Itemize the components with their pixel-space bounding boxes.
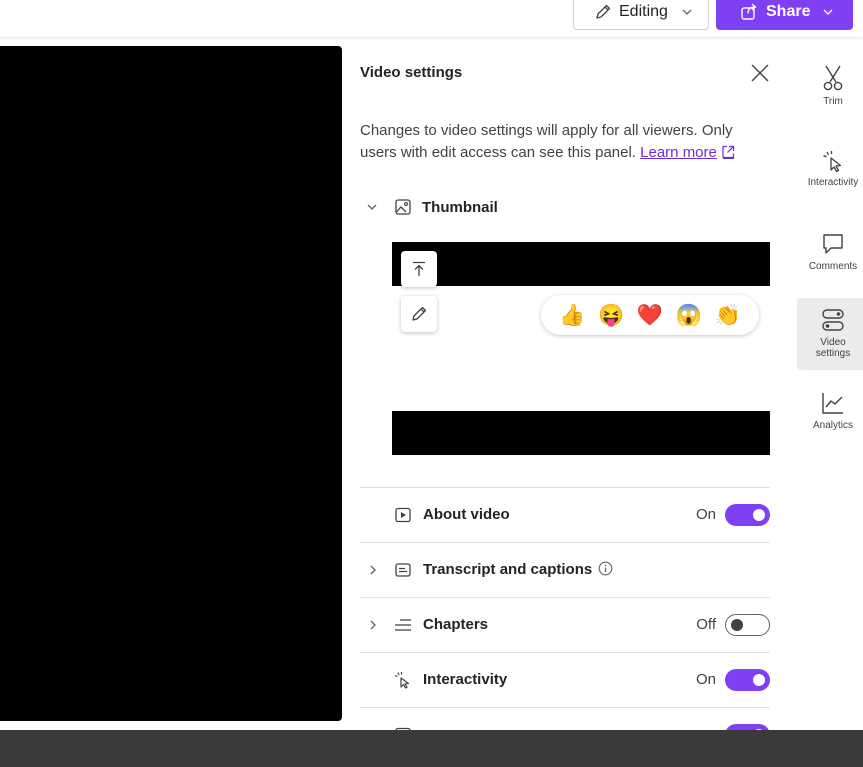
transcript-text: Transcript and captions — [423, 561, 593, 578]
rail-item-interactivity[interactable]: Interactivity — [797, 149, 863, 188]
rail-label-analytics: Analytics — [812, 420, 853, 431]
rail-item-analytics[interactable]: Analytics — [797, 390, 863, 431]
rail-label-comments: Comments — [808, 261, 858, 272]
heart-reaction[interactable]: ❤️ — [637, 305, 663, 326]
cursor-click-icon — [823, 151, 842, 173]
chevron-right-icon — [370, 565, 376, 575]
chevron-down-icon — [682, 9, 692, 15]
thumbnail-preview-bottom — [392, 411, 770, 455]
cursor-click-icon — [394, 672, 410, 689]
chapters-state: Off — [696, 616, 716, 633]
upload-icon — [413, 261, 425, 276]
transcript-label: Transcript and captions — [423, 561, 613, 578]
play-box-icon — [395, 507, 411, 523]
bottom-bar — [0, 730, 863, 767]
interactivity-toggle[interactable] — [725, 669, 770, 691]
chapters-list-icon — [395, 619, 411, 631]
editing-mode-button[interactable]: Editing — [573, 0, 709, 30]
rail-label-trim: Trim — [823, 96, 843, 107]
pencil-icon — [596, 4, 611, 19]
chapters-row[interactable]: Chapters Off — [360, 597, 770, 652]
interactivity-label: Interactivity — [423, 671, 508, 688]
chapters-label: Chapters — [423, 616, 489, 633]
share-label: Share — [766, 3, 811, 20]
surprised-reaction[interactable]: 😱 — [676, 305, 702, 326]
thumbnail-section-header[interactable]: Thumbnail — [364, 196, 498, 218]
about-video-row[interactable]: About video On — [360, 487, 770, 542]
share-button[interactable]: Share — [716, 0, 853, 30]
next-setting-row[interactable] — [360, 707, 770, 730]
editing-label: Editing — [619, 3, 668, 20]
interactivity-state: On — [695, 671, 716, 688]
thumbs-up-reaction[interactable]: 👍 — [559, 305, 585, 326]
video-player[interactable] — [0, 46, 342, 721]
thumbnail-label: Thumbnail — [422, 198, 498, 216]
share-icon — [741, 3, 757, 20]
toggle-settings-icon — [822, 309, 844, 331]
laugh-reaction[interactable]: 😝 — [598, 305, 624, 326]
comment-icon — [823, 234, 843, 254]
rail-item-comments[interactable]: Comments — [797, 231, 863, 272]
image-icon — [395, 199, 411, 215]
top-bar: Editing Share — [0, 0, 863, 37]
clap-reaction[interactable]: 👏 — [715, 305, 741, 326]
external-link-icon[interactable] — [721, 145, 735, 159]
chevron-down-icon — [823, 9, 833, 15]
edit-thumbnail-button[interactable] — [401, 296, 437, 332]
close-icon — [751, 64, 769, 82]
about-video-label: About video — [423, 506, 510, 523]
chevron-right-icon — [370, 620, 376, 630]
about-video-state: On — [695, 506, 716, 523]
scissors-icon — [823, 65, 843, 91]
close-button[interactable] — [749, 62, 770, 84]
chapters-toggle[interactable] — [725, 614, 770, 636]
rail-item-trim[interactable]: Trim — [797, 64, 863, 107]
panel-description: Changes to video settings will apply for… — [360, 120, 760, 164]
chart-line-icon — [822, 393, 843, 414]
about-video-toggle[interactable] — [725, 504, 770, 526]
chevron-down-icon — [367, 204, 377, 210]
panel-title: Video settings — [360, 64, 463, 81]
right-rail: Trim Interactivity Comments Video settin… — [797, 46, 863, 730]
interactivity-row[interactable]: Interactivity On — [360, 652, 770, 707]
rail-item-video-settings[interactable]: Video settings — [797, 298, 863, 370]
captions-icon — [395, 563, 411, 577]
reactions-bar: 👍 😝 ❤️ 😱 👏 — [541, 295, 759, 335]
learn-more-link[interactable]: Learn more — [640, 144, 717, 161]
upload-thumbnail-button[interactable] — [401, 251, 437, 287]
pencil-icon — [412, 306, 427, 321]
rail-label-video-settings: Video settings — [815, 337, 851, 359]
video-settings-panel: Video settings Changes to video settings… — [360, 46, 770, 730]
transcript-row[interactable]: Transcript and captions — [360, 542, 770, 597]
info-icon[interactable] — [598, 561, 613, 576]
rail-label-interactivity: Interactivity — [807, 177, 859, 188]
thumbnail-preview-top — [392, 242, 770, 286]
